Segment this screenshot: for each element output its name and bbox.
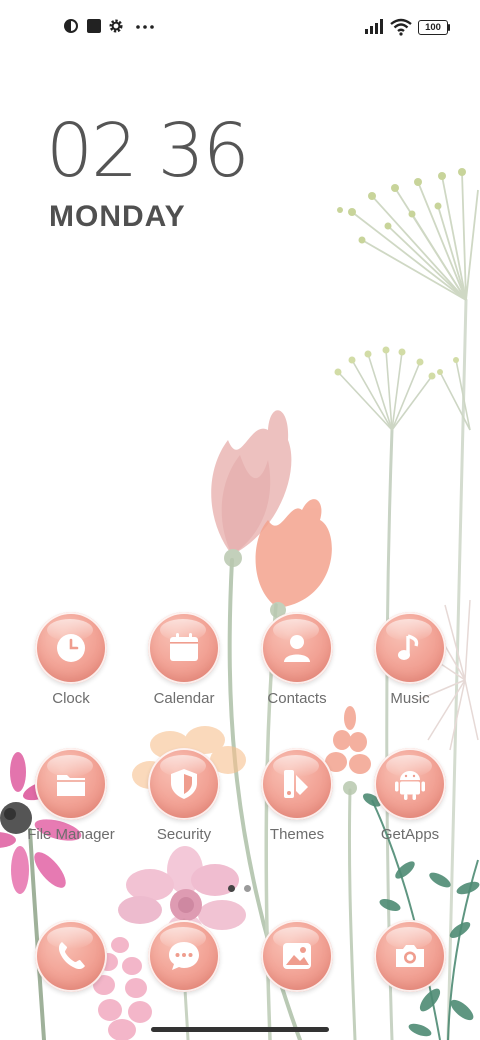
status-bar: 100 [0,0,480,56]
dock-camera[interactable] [353,920,467,1030]
page-dot[interactable] [244,885,251,892]
square-notification-icon [87,19,101,33]
app-contacts-bubble[interactable] [261,612,333,684]
calendar-icon [170,633,198,661]
android-icon [395,771,425,800]
app-themes-bubble[interactable] [261,748,333,820]
dock-phone[interactable] [14,920,128,1030]
signal-icon [365,19,383,34]
camera-icon [396,945,424,967]
chat-bubble-icon [169,942,199,970]
music-note-icon [398,634,419,660]
battery-cap [448,24,450,31]
app-clock[interactable]: Clock [14,612,128,722]
clock-widget-day: MONDAY [49,200,186,233]
person-icon [284,635,310,662]
app-calendar[interactable]: Calendar [127,612,241,722]
app-clock-bubble[interactable] [35,612,107,684]
dock-gallery-bubble[interactable] [261,920,333,992]
app-music[interactable]: Music [353,612,467,722]
clock-icon [57,634,85,662]
themes-icon [284,770,308,798]
app-label: Music [390,690,430,707]
wifi-icon [390,18,412,36]
home-gesture-bar[interactable] [151,1027,329,1032]
app-security[interactable]: Security [127,748,241,858]
clock-widget-time[interactable]: 02 36 [46,114,250,188]
settings-gear-icon [109,19,123,33]
app-file-manager-bubble[interactable] [35,748,107,820]
battery-icon: 100 [418,20,448,35]
app-getapps-bubble[interactable] [374,748,446,820]
page-dot-active[interactable] [228,885,235,892]
folder-icon [57,775,85,796]
page-indicator[interactable] [228,879,260,897]
app-contacts[interactable]: Contacts [240,612,354,722]
shield-icon [171,769,197,799]
app-security-bubble[interactable] [148,748,220,820]
dock-messages-bubble[interactable] [148,920,220,992]
app-calendar-bubble[interactable] [148,612,220,684]
app-file-manager[interactable]: File Manager [14,748,128,858]
phone-icon [58,942,85,970]
app-label: GetApps [380,826,440,843]
gallery-icon [283,943,311,969]
more-dots-icon [136,25,154,29]
dock-camera-bubble[interactable] [374,920,446,992]
battery-level: 100 [425,22,441,33]
dock-gallery[interactable] [240,920,354,1030]
app-themes[interactable]: Themes [240,748,354,858]
data-saver-icon [64,19,78,33]
app-getapps[interactable]: GetApps [353,748,467,858]
dock-messages[interactable] [127,920,241,1030]
app-music-bubble[interactable] [374,612,446,684]
dock-phone-bubble[interactable] [35,920,107,992]
